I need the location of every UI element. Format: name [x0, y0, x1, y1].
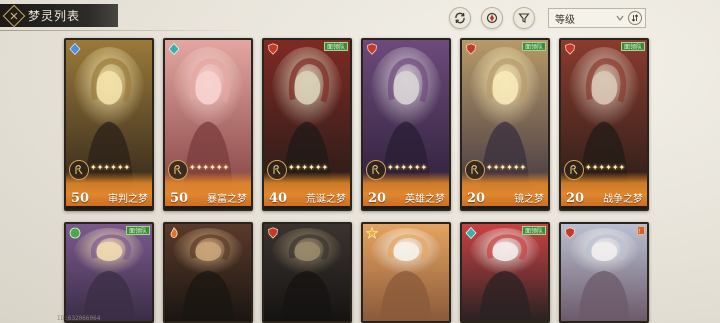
star-rating: ✦✦✦✦✦✦ [90, 163, 131, 172]
character-card[interactable]: ✦✦✦✦✦✦ 50 暴富之梦 [163, 38, 253, 211]
card-level: 40 [269, 191, 288, 206]
chevron-down-icon [616, 15, 624, 21]
class-icon [267, 160, 287, 180]
element-filter-icon [486, 12, 498, 24]
character-card[interactable]: 面领队 ✦✦✦✦✦✦ 20 战争之梦 [559, 38, 649, 211]
element-icon [268, 227, 278, 239]
card-name: 暴富之梦 [207, 194, 247, 205]
sort-dropdown[interactable]: 等级 [548, 8, 646, 28]
sort-order-toggle[interactable] [628, 11, 642, 25]
character-card[interactable]: 面领队 ✦✦✦✦✦✦ 40 荒诞之梦 [262, 38, 352, 211]
page-title: 梦灵列表 [28, 9, 81, 23]
card-level: 20 [467, 191, 486, 206]
character-card[interactable]: 面领队 [460, 222, 550, 323]
character-card[interactable] [262, 222, 352, 323]
character-card[interactable]: ! [559, 222, 649, 323]
card-bottom-stripe [561, 206, 647, 209]
star-rating: ✦✦✦✦✦✦ [486, 163, 527, 172]
card-name: 战争之梦 [603, 194, 643, 205]
card-bottom-stripe [363, 206, 449, 209]
card-bottom-stripe [264, 206, 350, 209]
card-level: 50 [71, 191, 90, 206]
element-icon [565, 227, 575, 239]
sort-label: 等级 [555, 14, 575, 26]
card-level: 20 [368, 191, 387, 206]
class-icon [564, 160, 584, 180]
element-icon [268, 43, 278, 55]
class-icon [366, 160, 386, 180]
card-level: 50 [170, 191, 189, 206]
filter-icon [518, 13, 530, 23]
element-icon [69, 227, 81, 239]
character-card[interactable]: 面领队 [64, 222, 154, 323]
card-name: 荒诞之梦 [306, 194, 346, 205]
star-rating: ✦✦✦✦✦✦ [387, 163, 428, 172]
card-bottom-stripe [165, 206, 251, 209]
status-badge: ! [637, 226, 645, 235]
character-card[interactable]: ✦✦✦✦✦✦ 20 英雄之梦 [361, 38, 451, 211]
card-name: 英雄之梦 [405, 194, 445, 205]
class-icon [168, 160, 188, 180]
element-icon [170, 227, 178, 238]
element-icon [465, 227, 477, 239]
refresh-button[interactable] [449, 7, 471, 29]
card-bottom-stripe [66, 206, 152, 209]
element-icon [565, 43, 575, 55]
filter-button[interactable] [513, 7, 535, 29]
card-bottom-stripe [462, 206, 548, 209]
status-badge: 面领队 [323, 42, 348, 51]
element-icon [466, 43, 476, 55]
menu-emblem-icon[interactable] [2, 4, 26, 27]
element-filter-button[interactable] [481, 7, 503, 29]
star-rating: ✦✦✦✦✦✦ [189, 163, 230, 172]
character-card[interactable] [361, 222, 451, 323]
status-badge: 面领队 [620, 42, 645, 51]
character-card[interactable]: ✦✦✦✦✦✦ 50 审判之梦 [64, 38, 154, 211]
status-badge: 面领队 [125, 226, 150, 235]
header-divider [0, 30, 250, 31]
character-card[interactable] [163, 222, 253, 323]
sort-order-icon [631, 14, 639, 22]
element-icon [367, 43, 377, 55]
class-icon [465, 160, 485, 180]
star-rating: ✦✦✦✦✦✦ [585, 163, 626, 172]
star-rating: ✦✦✦✦✦✦ [288, 163, 329, 172]
page-header: 梦灵列表 [0, 4, 118, 27]
status-badge: 面领队 [521, 42, 546, 51]
card-level: 20 [566, 191, 585, 206]
element-icon [366, 227, 378, 239]
card-name: 镜之梦 [514, 194, 544, 205]
element-icon [168, 43, 180, 55]
card-name: 审判之梦 [108, 194, 148, 205]
element-icon [69, 43, 81, 55]
user-id-label: ID:632066064 [57, 315, 101, 322]
class-icon [69, 160, 89, 180]
character-card[interactable]: 面领队 ✦✦✦✦✦✦ 20 镜之梦 [460, 38, 550, 211]
refresh-icon [455, 12, 465, 24]
status-badge: 面领队 [521, 226, 546, 235]
